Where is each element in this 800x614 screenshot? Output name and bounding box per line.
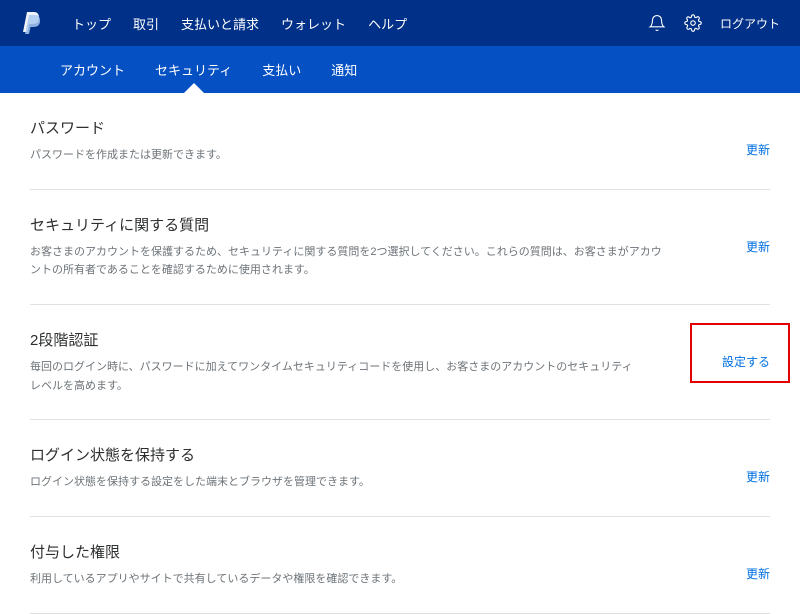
nav-secondary: アカウント セキュリティ 支払い 通知	[0, 46, 800, 93]
update-security-questions-link[interactable]: 更新	[746, 214, 770, 255]
nav-transactions[interactable]: 取引	[133, 14, 159, 33]
section-desc: パスワードを作成または更新できます。	[30, 146, 666, 165]
nav-help[interactable]: ヘルプ	[368, 14, 407, 33]
section-desc: お客さまのアカウントを保護するため、セキュリティに関する質問を2つ選択してくださ…	[30, 243, 666, 280]
section-title: 2段階認証	[30, 329, 642, 350]
section-two-factor-auth: 2段階認証 毎回のログイン時に、パスワードに加えてワンタイムセキュリティコードを…	[30, 305, 770, 420]
tab-payment[interactable]: 支払い	[262, 60, 301, 79]
paypal-logo-icon[interactable]	[20, 10, 42, 36]
tab-notifications[interactable]: 通知	[331, 60, 357, 79]
update-permissions-link[interactable]: 更新	[746, 541, 770, 582]
section-desc: 毎回のログイン時に、パスワードに加えてワンタイムセキュリティコードを使用し、お客…	[30, 358, 642, 395]
update-stay-logged-in-link[interactable]: 更新	[746, 444, 770, 485]
section-title: セキュリティに関する質問	[30, 214, 666, 235]
header-top: トップ 取引 支払いと請求 ウォレット ヘルプ ログアウト	[0, 0, 800, 46]
tab-security[interactable]: セキュリティ	[155, 60, 232, 79]
section-title: ログイン状態を保持する	[30, 444, 666, 465]
logout-link[interactable]: ログアウト	[720, 15, 780, 32]
bell-icon[interactable]	[648, 14, 666, 32]
section-title: 付与した権限	[30, 541, 666, 562]
section-desc: 利用しているアプリやサイトで共有しているデータや権限を確認できます。	[30, 570, 666, 589]
nav-payments-billing[interactable]: 支払いと請求	[181, 14, 259, 33]
section-stay-logged-in: ログイン状態を保持する ログイン状態を保持する設定をした端末とブラウザを管理でき…	[30, 420, 770, 517]
nav-wallet[interactable]: ウォレット	[281, 14, 346, 33]
nav-primary: トップ 取引 支払いと請求 ウォレット ヘルプ	[72, 14, 648, 33]
section-desc: ログイン状態を保持する設定をした端末とブラウザを管理できます。	[30, 473, 666, 492]
tab-account[interactable]: アカウント	[60, 60, 125, 79]
section-password: パスワード パスワードを作成または更新できます。 更新	[30, 93, 770, 190]
section-permissions: 付与した権限 利用しているアプリやサイトで共有しているデータや権限を確認できます…	[30, 517, 770, 614]
content: パスワード パスワードを作成または更新できます。 更新 セキュリティに関する質問…	[0, 93, 800, 614]
gear-icon[interactable]	[684, 14, 702, 32]
nav-top[interactable]: トップ	[72, 14, 111, 33]
header: トップ 取引 支払いと請求 ウォレット ヘルプ ログアウト アカウント	[0, 0, 800, 93]
header-right: ログアウト	[648, 14, 780, 32]
section-title: パスワード	[30, 117, 666, 138]
section-security-questions: セキュリティに関する質問 お客さまのアカウントを保護するため、セキュリティに関す…	[30, 190, 770, 305]
setup-two-factor-link[interactable]: 設定する	[722, 329, 770, 370]
update-password-link[interactable]: 更新	[746, 117, 770, 158]
